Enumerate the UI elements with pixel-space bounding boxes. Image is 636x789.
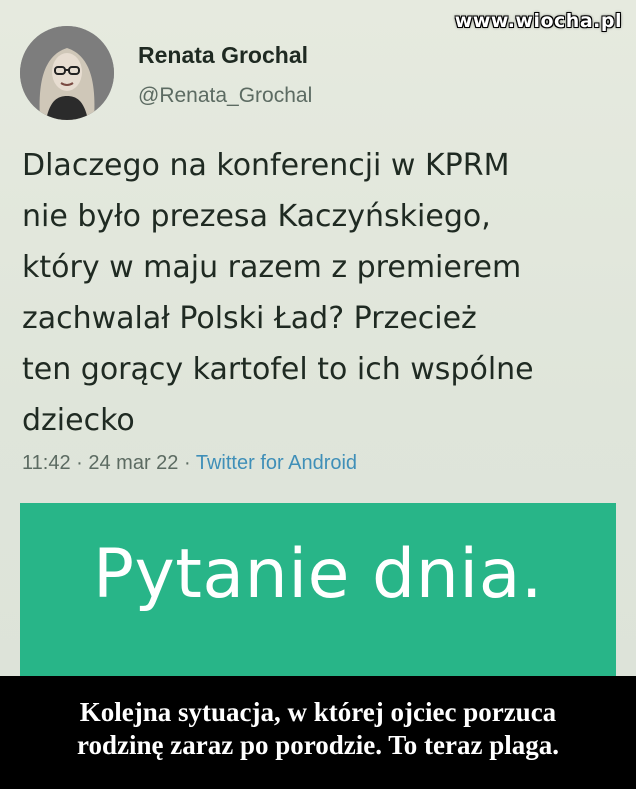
tweet-metadata: 11:42 · 24 mar 22 · Twitter for Android [22,452,357,475]
question-card-title: Pytanie dnia. [93,535,543,614]
tweet-date[interactable]: 24 mar 22 [88,452,178,474]
author-name[interactable]: Renata Grochal [138,42,308,69]
meta-separator: · [184,452,191,474]
tweet-source-link[interactable]: Twitter for Android [196,452,357,474]
tweet-screenshot: Renata Grochal @Renata_Grochal Dlaczego … [0,0,636,676]
meme-caption: Kolejna sytuacja, w której ojciec porzuc… [77,697,559,760]
site-watermark: www.wiocha.pl [454,10,622,32]
avatar-portrait-icon [20,26,114,120]
avatar[interactable] [20,26,114,120]
question-card: Pytanie dnia. [20,503,616,676]
tweet-text: Dlaczego na konferencji w KPRM nie było … [22,148,534,438]
meta-separator: · [76,452,83,474]
author-handle[interactable]: @Renata_Grochal [138,84,312,108]
meme-caption-bar: Kolejna sytuacja, w której ojciec porzuc… [0,676,636,789]
tweet-time: 11:42 [22,452,71,474]
